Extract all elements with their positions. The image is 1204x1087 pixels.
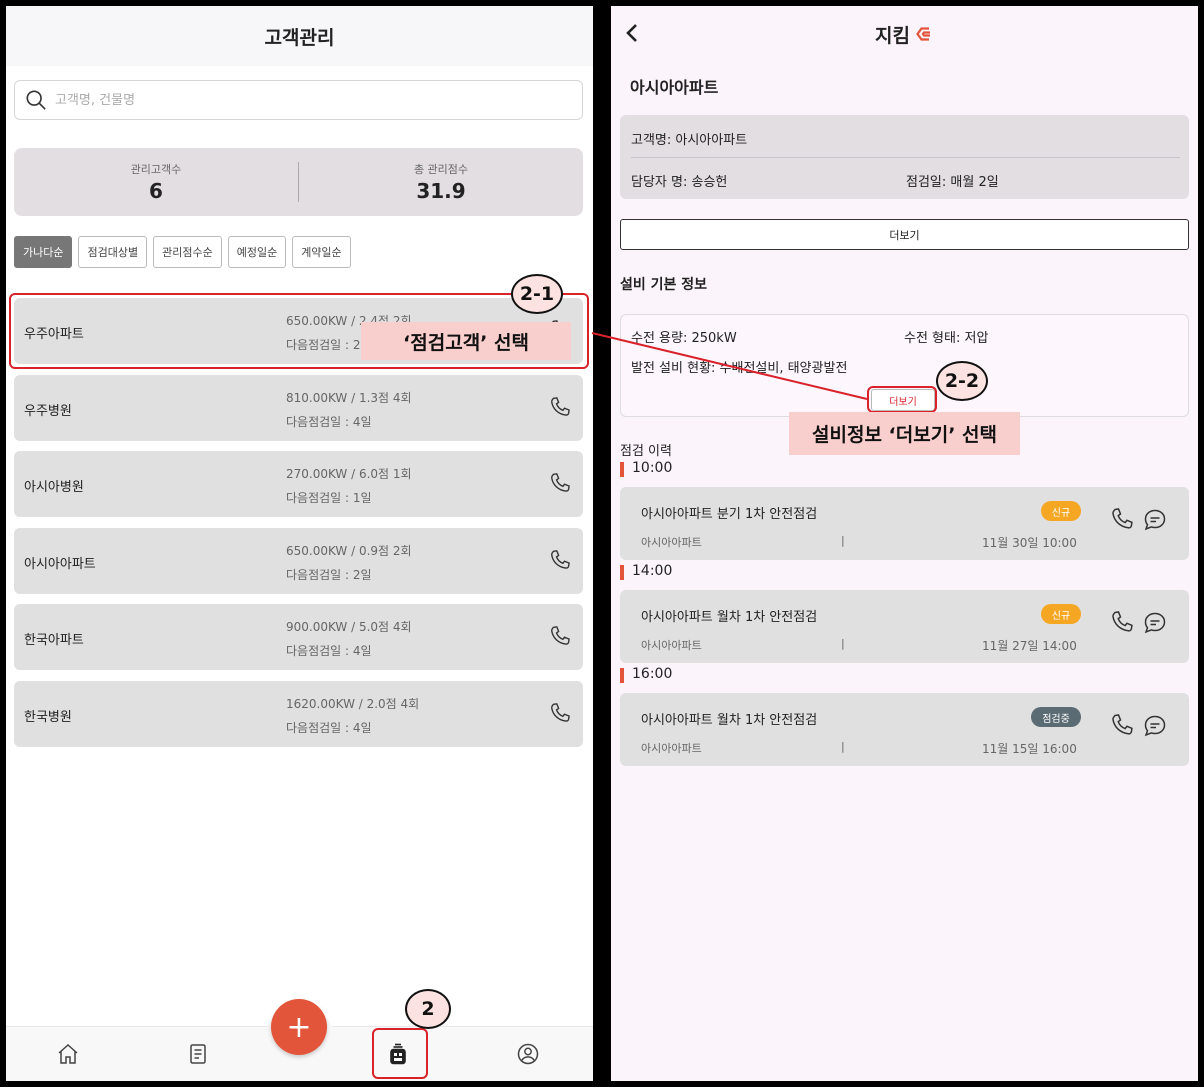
customer-name: 아시아병원: [24, 480, 84, 495]
history-card[interactable]: 아시아아파트 월차 1차 안전점검 점검중 아시아아파트 | 11월 15일 1…: [620, 693, 1189, 766]
status-badge: 점검중: [1031, 707, 1081, 727]
history-card[interactable]: 아시아아파트 월차 1차 안전점검 신규 아시아아파트 | 11월 27일 14…: [620, 590, 1189, 663]
header: 지킴: [611, 6, 1198, 62]
highlight-box: [867, 386, 937, 413]
phone-icon[interactable]: [1110, 610, 1134, 634]
customer-info-box: 고객명: 아시아아파트 담당자 명: 송승헌 점검일: 매월 2일: [620, 115, 1189, 199]
customer-name: 우주병원: [24, 403, 72, 419]
stat-value: 6: [149, 179, 163, 203]
stats-panel: 관리고객수 6 총 관리점수 31.9: [14, 148, 583, 216]
customer-name: 아시아아파트: [24, 556, 96, 572]
next-inspection: 다음점검일 : 2일: [286, 567, 372, 582]
customer-card[interactable]: 아시아아파트 650.00KW / 0.9점 2회 다음점검일 : 2일: [14, 527, 583, 594]
step-badge: 2-1: [511, 274, 563, 314]
history-time: 14:00: [620, 563, 672, 580]
sort-contract-date[interactable]: 계약일순: [292, 236, 351, 268]
chat-icon[interactable]: [1142, 507, 1168, 533]
stat-total-score: 총 관리점수 31.9: [299, 161, 583, 203]
customer-management-screen: 고객관리 관리고객수 6 총 관리점수 31.9 가나다순 점검대상별 관리점수…: [6, 6, 593, 1081]
phone-icon[interactable]: [549, 549, 571, 571]
status-badge: 신규: [1041, 501, 1081, 521]
callout-label: ‘점검고객’ 선택: [361, 322, 571, 360]
history-title: 점검 이력: [620, 444, 672, 459]
phone-icon[interactable]: [549, 396, 571, 418]
search-icon: [26, 90, 46, 110]
home-icon[interactable]: [56, 1042, 80, 1066]
profile-icon[interactable]: [516, 1042, 540, 1066]
customer-name-heading: 아시아아파트: [630, 78, 719, 97]
separator: |: [841, 740, 845, 753]
sort-scheduled-date[interactable]: 예정일순: [227, 236, 287, 268]
sort-management-score[interactable]: 관리점수순: [153, 236, 222, 268]
phone-icon[interactable]: [1110, 507, 1134, 531]
history-card-date: 11월 27일 14:00: [982, 639, 1077, 653]
phone-icon[interactable]: [549, 625, 571, 647]
next-inspection: 다음점검일 : 4일: [286, 414, 372, 429]
history-card-subtitle: 아시아아파트: [641, 536, 702, 549]
history-card-date: 11월 30일 10:00: [982, 536, 1077, 550]
next-inspection: 다음점검일 : 1일: [286, 491, 372, 505]
customer-card[interactable]: 아시아병원 270.00KW / 6.0점 1회 다음점검일 : 1일: [14, 451, 583, 517]
customer-name: 한국아파트: [24, 633, 84, 648]
customer-name-field: 고객명: 아시아아파트: [631, 133, 748, 148]
reception-type-field: 수전 형태: 저압: [904, 331, 989, 346]
back-arrow-icon[interactable]: [623, 22, 641, 44]
history-card-title: 아시아아파트 분기 1차 안전점검: [641, 507, 818, 522]
status-badge: 신규: [1041, 604, 1081, 624]
page-title: 지킴: [875, 24, 910, 47]
phone-icon[interactable]: [549, 702, 571, 724]
history-card-date: 11월 15일 16:00: [982, 742, 1077, 756]
stat-label: 관리고객수: [130, 163, 182, 176]
more-button[interactable]: 더보기: [620, 219, 1189, 250]
history-card-title: 아시아아파트 월차 1차 안전점검: [641, 713, 818, 728]
chat-icon[interactable]: [1142, 713, 1168, 739]
sort-options: 가나다순 점검대상별 관리점수순 예정일순 계약일순: [14, 236, 351, 268]
customer-card[interactable]: 한국아파트 900.00KW / 5.0점 4회 다음점검일 : 4일: [14, 604, 583, 670]
step-badge: 2-2: [936, 361, 988, 401]
customer-card[interactable]: 한국병원 1620.00KW / 2.0점 4회 다음점검일 : 4일: [14, 680, 583, 747]
customer-name: 한국병원: [24, 709, 72, 725]
history-card-title: 아시아아파트 월차 1차 안전점검: [641, 610, 818, 625]
search-bar[interactable]: [14, 80, 583, 120]
next-inspection: 다음점검일 : 4일: [286, 644, 372, 658]
customer-capacity: 900.00KW / 5.0점 4회: [286, 620, 412, 634]
customer-card[interactable]: 우주병원 810.00KW / 1.3점 4회 다음점검일 : 4일: [14, 374, 583, 441]
history-card-subtitle: 아시아아파트: [641, 639, 702, 652]
equipment-section-title: 설비 기본 정보: [620, 277, 708, 293]
document-icon[interactable]: [186, 1042, 210, 1066]
customer-capacity: 650.00KW / 0.9점 2회: [286, 543, 412, 558]
divider: [631, 157, 1180, 158]
sort-inspection-target[interactable]: 점검대상별: [78, 236, 148, 268]
phone-icon[interactable]: [1110, 713, 1134, 737]
separator: |: [841, 534, 845, 547]
customer-capacity: 1620.00KW / 2.0점 4회: [286, 696, 420, 711]
sort-alphabetical[interactable]: 가나다순: [14, 236, 73, 268]
callout-label: 설비정보 ‘더보기’ 선택: [789, 412, 1020, 455]
capacity-field: 수전 용량: 250kW: [631, 331, 737, 346]
chat-icon[interactable]: [1142, 610, 1168, 636]
stat-customer-count: 관리고객수 6: [14, 161, 298, 203]
separator: |: [841, 637, 845, 650]
next-inspection: 다음점검일 : 4일: [286, 720, 372, 735]
history-time: 10:00: [620, 460, 672, 477]
customer-detail-screen: 지킴 아시아아파트 고객명: 아시아아파트 담당자 명: 송승헌 점검일: 매월…: [611, 6, 1198, 1081]
brand-logo-icon: [916, 27, 930, 41]
highlight-box: [372, 1028, 428, 1079]
add-button[interactable]: +: [271, 999, 327, 1055]
generation-field: 발전 설비 현황: 수배전설비, 태양광발전: [631, 361, 848, 376]
history-card-subtitle: 아시아아파트: [641, 742, 702, 755]
phone-icon[interactable]: [549, 472, 571, 494]
manager-field: 담당자 명: 송승헌: [631, 175, 728, 190]
step-badge: 2: [405, 989, 451, 1029]
stat-value: 31.9: [416, 179, 466, 203]
customer-capacity: 810.00KW / 1.3점 4회: [286, 390, 412, 405]
inspection-day-field: 점검일: 매월 2일: [906, 175, 999, 190]
search-input[interactable]: [55, 92, 535, 108]
customer-capacity: 270.00KW / 6.0점 1회: [286, 467, 412, 481]
history-card[interactable]: 아시아아파트 분기 1차 안전점검 신규 아시아아파트 | 11월 30일 10…: [620, 487, 1189, 560]
history-time: 16:00: [620, 666, 672, 683]
page-title: 고객관리: [6, 6, 593, 66]
stat-label: 총 관리점수: [413, 163, 469, 176]
